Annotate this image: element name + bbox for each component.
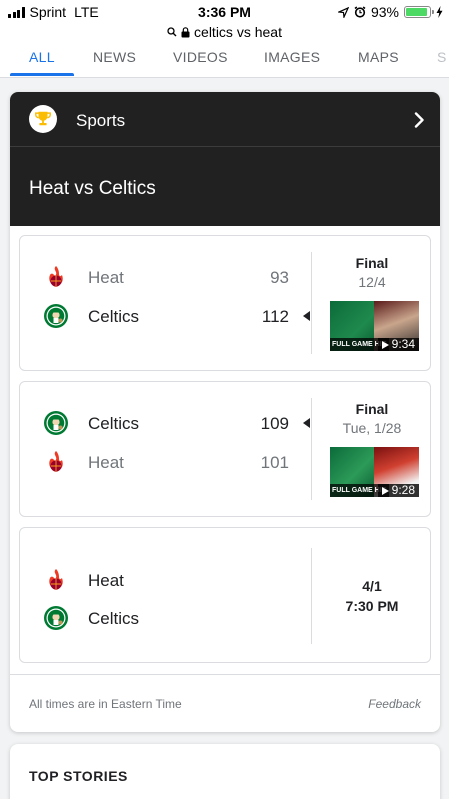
- winner-indicator: [303, 311, 310, 321]
- video-duration: 9:28: [377, 483, 419, 497]
- tab-more[interactable]: S: [437, 48, 447, 78]
- top-stories-card: TOP STORIES: [10, 744, 440, 799]
- team-score: 93: [270, 268, 289, 287]
- sports-card: Sports Heat vs Celtics Heat 93 Celtics 1…: [10, 92, 440, 732]
- timezone-note: All times are in Eastern Time: [29, 697, 182, 711]
- tab-videos[interactable]: VIDEOS: [173, 48, 228, 78]
- team-name: Heat: [88, 571, 124, 590]
- game-card[interactable]: Heat Celtics 4/1 7:30 PM: [19, 527, 431, 663]
- game-card[interactable]: Celtics 109 Heat 101 Final Tue, 1/28 FUL…: [19, 381, 431, 517]
- team-name: Celtics: [88, 307, 140, 326]
- team-score: 112: [261, 307, 289, 326]
- duration-text: 9:28: [391, 483, 415, 497]
- charging-bolt-icon: [436, 6, 443, 18]
- team-row: Heat: [20, 565, 310, 595]
- highlight-video-thumbnail[interactable]: FULL GAME HIG 9:28: [330, 447, 419, 497]
- game-time: 7:30 PM: [345, 598, 399, 614]
- game-status: Final: [355, 401, 389, 417]
- winner-indicator: [303, 418, 310, 428]
- status-bar: Sprint LTE 3:36 PM 93% celtics vs heat: [0, 0, 449, 48]
- team-row: Heat 93: [20, 262, 310, 292]
- team-row: Celtics 112: [20, 301, 310, 331]
- game-status: Final: [355, 255, 389, 271]
- highlight-video-thumbnail[interactable]: FULL GAME HIG 9:34: [330, 301, 419, 351]
- battery-percent: 93%: [370, 4, 399, 20]
- celtics-logo-icon: [43, 605, 69, 631]
- heat-logo-icon: [43, 264, 69, 290]
- battery-fill: [406, 8, 428, 16]
- team-row: Celtics 109: [20, 408, 310, 438]
- team-name: Celtics: [88, 609, 140, 628]
- play-icon: [381, 486, 389, 495]
- play-icon: [381, 340, 389, 349]
- alarm-clock-icon: [354, 6, 366, 18]
- team-row: Celtics: [20, 603, 310, 633]
- team-name: Celtics: [88, 414, 140, 433]
- matchup-title: Heat vs Celtics: [29, 178, 156, 199]
- sports-label: Sports: [76, 111, 126, 130]
- divider: [311, 548, 312, 644]
- sports-header-row[interactable]: Sports: [10, 92, 440, 147]
- lock-icon: [181, 26, 190, 37]
- team-row: Heat 101: [20, 447, 310, 477]
- tab-news[interactable]: NEWS: [93, 48, 136, 78]
- tab-images[interactable]: IMAGES: [264, 48, 320, 78]
- top-stories-title: TOP STORIES: [29, 768, 128, 784]
- game-date: 4/1: [362, 578, 382, 594]
- game-date: Tue, 1/28: [342, 420, 402, 436]
- team-name: Heat: [88, 268, 124, 287]
- status-bar-right: 93%: [337, 4, 443, 20]
- chevron-right-icon[interactable]: [414, 112, 424, 128]
- feedback-link[interactable]: Feedback: [368, 697, 421, 711]
- team-name: Heat: [88, 453, 124, 472]
- battery-icon: [404, 6, 434, 18]
- game-date: 12/4: [358, 274, 386, 290]
- team-score: 109: [260, 414, 289, 433]
- location-arrow-icon: [337, 6, 349, 18]
- game-card[interactable]: Heat 93 Celtics 112 Final 12/4 FULL GAME…: [19, 235, 431, 371]
- celtics-logo-icon: [43, 410, 69, 436]
- duration-text: 9:34: [391, 337, 415, 351]
- video-duration: 9:34: [377, 337, 419, 351]
- celtics-logo-icon: [43, 303, 69, 329]
- sports-card-header: Sports Heat vs Celtics: [10, 92, 440, 226]
- team-score: 101: [260, 453, 289, 472]
- heat-logo-icon: [43, 567, 69, 593]
- trophy-icon: [29, 105, 57, 133]
- tab-maps[interactable]: MAPS: [358, 48, 399, 78]
- url-query: celtics vs heat: [194, 24, 282, 40]
- divider: [10, 674, 440, 675]
- search-icon: [167, 27, 177, 37]
- url-bar[interactable]: celtics vs heat: [0, 24, 449, 40]
- active-tab-indicator: [10, 73, 74, 76]
- heat-logo-icon: [43, 449, 69, 475]
